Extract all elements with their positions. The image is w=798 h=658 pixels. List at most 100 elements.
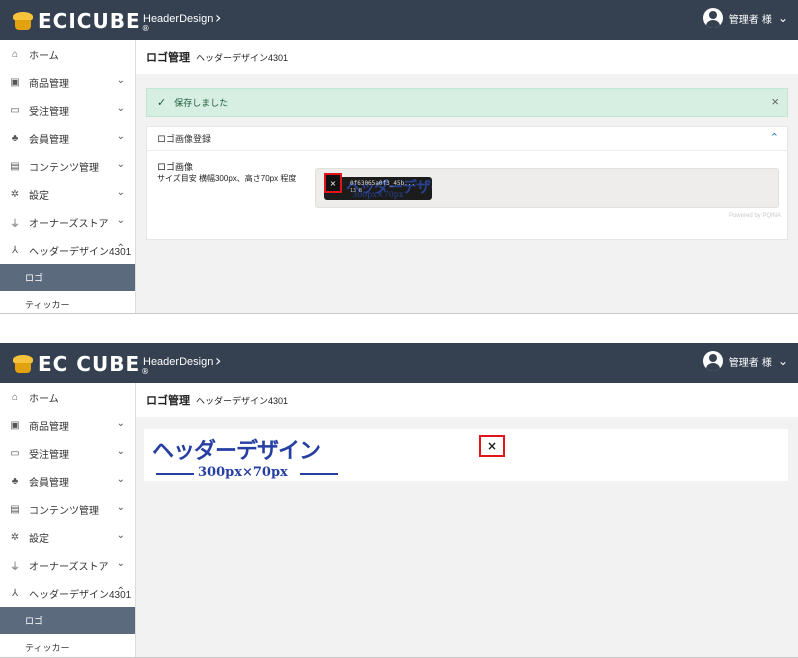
sidebar-item-products[interactable]: ▣ 商品管理 ⌄ — [0, 68, 135, 96]
chevron-down-icon: ⌄ — [116, 418, 125, 429]
sidebar-item-home[interactable]: ⌂ ホーム — [0, 40, 135, 68]
cube-logo-icon — [12, 12, 34, 30]
card-header[interactable]: ロゴ画像登録 ⌃ — [147, 127, 787, 151]
sidebar-item-label: 受注管理 — [29, 106, 69, 118]
header-design-link[interactable]: HeaderDesign — [143, 13, 213, 25]
logo-image-title: ヘッダーデザイン — [152, 439, 321, 464]
file-size: 13 B — [350, 188, 363, 194]
file-icon: ▤ — [10, 160, 20, 172]
plug-icon: ⏚ — [10, 218, 20, 230]
chevron-down-icon: ⌄ — [116, 131, 125, 142]
chevron-down-icon: ⌄ — [116, 530, 125, 541]
registered-mark: ® — [141, 367, 150, 376]
close-icon[interactable]: × — [771, 94, 779, 109]
sidebar-item-label: 受注管理 — [29, 449, 69, 461]
sidebar-item-content[interactable]: ▤ コンテンツ管理 ⌄ — [0, 495, 135, 523]
chevron-right-icon[interactable]: › — [215, 8, 221, 27]
brand-name: EC CUBE — [38, 352, 141, 376]
eccube-logo[interactable]: EC CUBE ® — [12, 352, 149, 376]
chevron-up-icon[interactable]: ⌃ — [770, 131, 779, 144]
chevron-up-icon: ⌃ — [116, 243, 125, 254]
sidebar-item-label: 会員管理 — [29, 134, 69, 146]
sidebar-item-settings[interactable]: ✲ 設定 ⌄ — [0, 180, 135, 208]
page-subtitle: ヘッダーデザイン4301 — [196, 52, 289, 63]
sidebar-item-label: オーナーズストア — [29, 218, 109, 230]
sidebar: ⌂ ホーム ▣ 商品管理 ⌄ ▭ 受注管理 ⌄ ♣ 会員管理 ⌄ ▤ コンテンツ管理 ⌄ ✲ 設定 ⌄… — [0, 383, 136, 657]
registered-mark: ® — [141, 24, 150, 33]
sidebar-subitem-logo[interactable]: ロゴ — [0, 264, 135, 291]
sidebar-item-label: 設定 — [29, 533, 49, 545]
screenshot-after: EC CUBE ® HeaderDesign › 管理者 様 ⌄ ⌂ ホーム ▣ 商… — [0, 343, 798, 658]
logo-preview-row: ヘッダーデザイン 300px×70px × — [144, 429, 788, 481]
sidebar-item-content[interactable]: ▤ コンテンツ管理 ⌄ — [0, 152, 135, 180]
user-menu[interactable]: 管理者 様 ⌄ — [702, 351, 788, 371]
size-hint-label: サイズ目安 横幅300px、高さ70px 程度 — [157, 174, 297, 183]
sidebar-item-customers[interactable]: ♣ 会員管理 ⌄ — [0, 467, 135, 495]
remove-file-button[interactable]: × — [324, 173, 342, 193]
cube-icon: ▣ — [10, 76, 20, 88]
uploaded-logo-image: ヘッダーデザイン 300px×70px — [152, 433, 342, 480]
sidebar-item-label: 商品管理 — [29, 421, 69, 433]
page-subtitle: ヘッダーデザイン4301 — [196, 395, 289, 406]
sidebar-item-products[interactable]: ▣ 商品管理 ⌄ — [0, 411, 135, 439]
top-header: EC CUBE ® HeaderDesign › 管理者 様 ⌄ — [0, 343, 798, 383]
gear-icon: ✲ — [10, 188, 20, 200]
sidebar-item-home[interactable]: ⌂ ホーム — [0, 383, 135, 411]
top-header: ECICUBE ® HeaderDesign › 管理者 様 ⌄ — [0, 0, 798, 40]
success-alert: ✓ 保存しました × — [146, 88, 788, 117]
sidebar-item-orders[interactable]: ▭ 受注管理 ⌄ — [0, 96, 135, 124]
page-title-bar: ロゴ管理 ヘッダーデザイン4301 — [136, 383, 798, 417]
chevron-down-icon: ⌄ — [116, 446, 125, 457]
chevron-down-icon: ⌄ — [116, 215, 125, 226]
cart-icon: ▭ — [10, 104, 20, 116]
brand-name: ECICUBE — [38, 9, 141, 33]
users-icon: ♣ — [11, 475, 19, 487]
chevron-up-icon: ⌃ — [116, 586, 125, 597]
main-content: ロゴ管理 ヘッダーデザイン4301 ヘッダーデザイン 300px×70px × — [136, 383, 798, 657]
gear-icon: ✲ — [10, 531, 20, 543]
sidebar-item-label: 会員管理 — [29, 477, 69, 489]
cube-icon: ▣ — [10, 419, 20, 431]
sidebar-subitem-ticker[interactable]: ティッカー — [0, 634, 135, 657]
sidebar-item-customers[interactable]: ♣ 会員管理 ⌄ — [0, 124, 135, 152]
sidebar-item-label: ホーム — [29, 393, 59, 405]
sidebar-item-orders[interactable]: ▭ 受注管理 ⌄ — [0, 439, 135, 467]
home-icon: ⌂ — [11, 391, 19, 403]
chevron-right-icon[interactable]: › — [215, 351, 221, 370]
user-menu[interactable]: 管理者 様 ⌄ — [702, 8, 788, 28]
avatar-icon — [702, 8, 723, 28]
sidebar-item-settings[interactable]: ✲ 設定 ⌄ — [0, 523, 135, 551]
sidebar-item-label: コンテンツ管理 — [29, 162, 99, 174]
chevron-down-icon: ⌄ — [116, 103, 125, 114]
chevron-down-icon: ⌄ — [777, 354, 788, 368]
design-icon: ⅄ — [11, 244, 19, 256]
chevron-down-icon: ⌄ — [116, 558, 125, 569]
chevron-down-icon: ⌄ — [116, 159, 125, 170]
alert-text: 保存しました — [174, 98, 229, 108]
sidebar-item-label: コンテンツ管理 — [29, 505, 99, 517]
file-name: 0f63065a0f3_45b... — [350, 180, 416, 187]
sidebar-subitem-ticker[interactable]: ティッカー — [0, 291, 135, 313]
sidebar-item-label: 設定 — [29, 190, 49, 202]
user-name: 管理者 様 — [728, 14, 772, 26]
sidebar-item-owners-store[interactable]: ⏚ オーナーズストア ⌄ — [0, 208, 135, 236]
powered-by-label: Powered by PQINA — [728, 213, 781, 219]
sidebar-item-label: 商品管理 — [29, 78, 69, 90]
check-icon: ✓ — [157, 97, 167, 109]
sidebar: ⌂ ホーム ▣ 商品管理 ⌄ ▭ 受注管理 ⌄ ♣ 会員管理 ⌄ ▤ コンテンツ管理 ⌄ ✲ 設定 ⌄… — [0, 40, 136, 313]
users-icon: ♣ — [11, 132, 19, 144]
header-design-link[interactable]: HeaderDesign — [143, 356, 213, 368]
sidebar-subitem-logo[interactable]: ロゴ — [0, 607, 135, 634]
plug-icon: ⏚ — [10, 561, 20, 573]
sidebar-item-header-design[interactable]: ⅄ ヘッダーデザイン4301 ⌃ — [0, 236, 135, 264]
chevron-down-icon: ⌄ — [116, 75, 125, 86]
sidebar-item-header-design[interactable]: ⅄ ヘッダーデザイン4301 ⌃ — [0, 579, 135, 607]
logo-image-label: ロゴ画像 — [157, 162, 194, 172]
eccube-logo[interactable]: ECICUBE ® — [12, 9, 150, 33]
file-upload-dropzone[interactable]: ヘッダーデザイン 300px×70px 0f63065a0f3_45b... 1… — [315, 168, 779, 208]
chevron-down-icon: ⌄ — [777, 11, 788, 25]
logo-decor-line-left — [156, 473, 194, 475]
sidebar-item-owners-store[interactable]: ⏚ オーナーズストア ⌄ — [0, 551, 135, 579]
logo-decor-line-right — [300, 473, 338, 475]
remove-logo-button[interactable]: × — [479, 435, 505, 457]
